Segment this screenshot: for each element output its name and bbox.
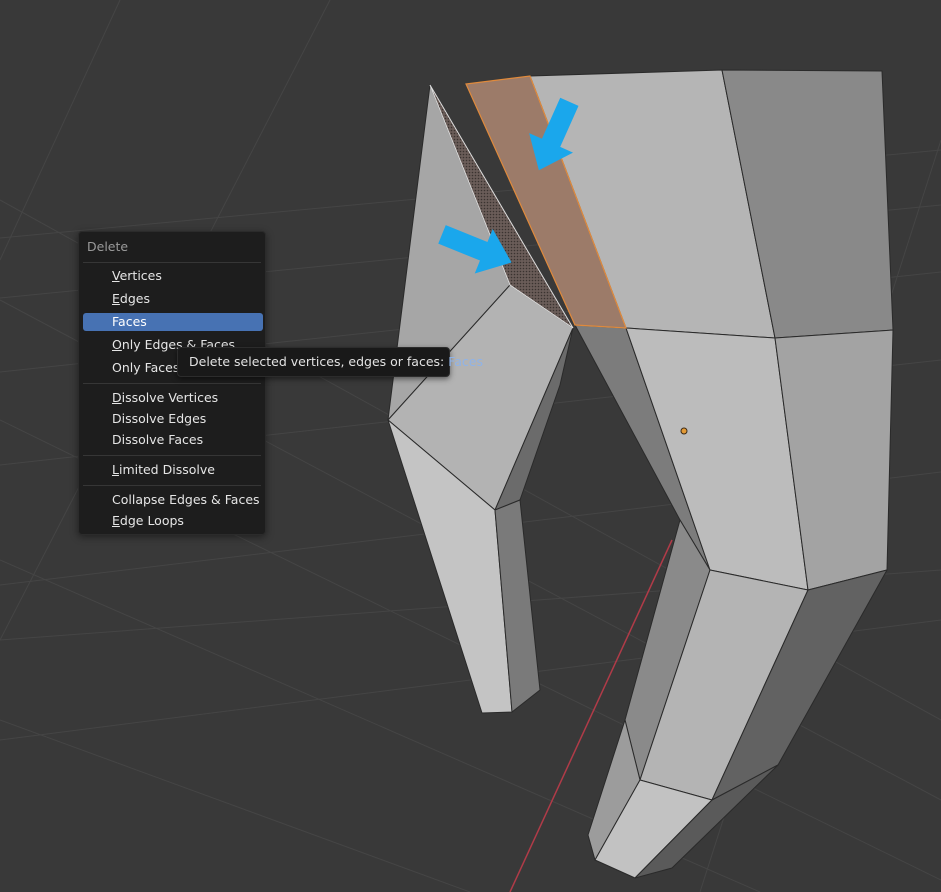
- menu-item-edge-loops[interactable]: Edge Loops: [83, 512, 263, 530]
- menu-separator: [83, 383, 261, 384]
- object-origin: [680, 427, 688, 435]
- delete-menu: Delete Vertices Edges Faces Only Edges &…: [78, 231, 266, 535]
- menu-item-vertices[interactable]: Vertices: [83, 267, 263, 285]
- menu-title: Delete: [87, 239, 129, 254]
- menu-item-faces[interactable]: Faces: [83, 313, 263, 331]
- menu-item-dissolve-edges[interactable]: Dissolve Edges: [83, 410, 263, 428]
- menu-separator: [83, 262, 261, 263]
- menu-item-edges[interactable]: Edges: [83, 290, 263, 308]
- menu-separator: [83, 455, 261, 456]
- right-leg-mesh: [529, 69, 894, 879]
- menu-item-dissolve-vertices[interactable]: Dissolve Vertices: [83, 389, 263, 407]
- menu-item-dissolve-faces[interactable]: Dissolve Faces: [83, 431, 263, 449]
- tooltip-text: Delete selected vertices, edges or faces…: [189, 354, 445, 369]
- menu-tooltip: Delete selected vertices, edges or faces…: [177, 347, 483, 377]
- menu-item-limited-dissolve[interactable]: Limited Dissolve: [83, 461, 263, 479]
- menu-item-collapse-edges-faces[interactable]: Collapse Edges & Faces: [83, 491, 263, 509]
- tooltip-value: Faces: [448, 354, 484, 369]
- menu-separator: [83, 485, 261, 486]
